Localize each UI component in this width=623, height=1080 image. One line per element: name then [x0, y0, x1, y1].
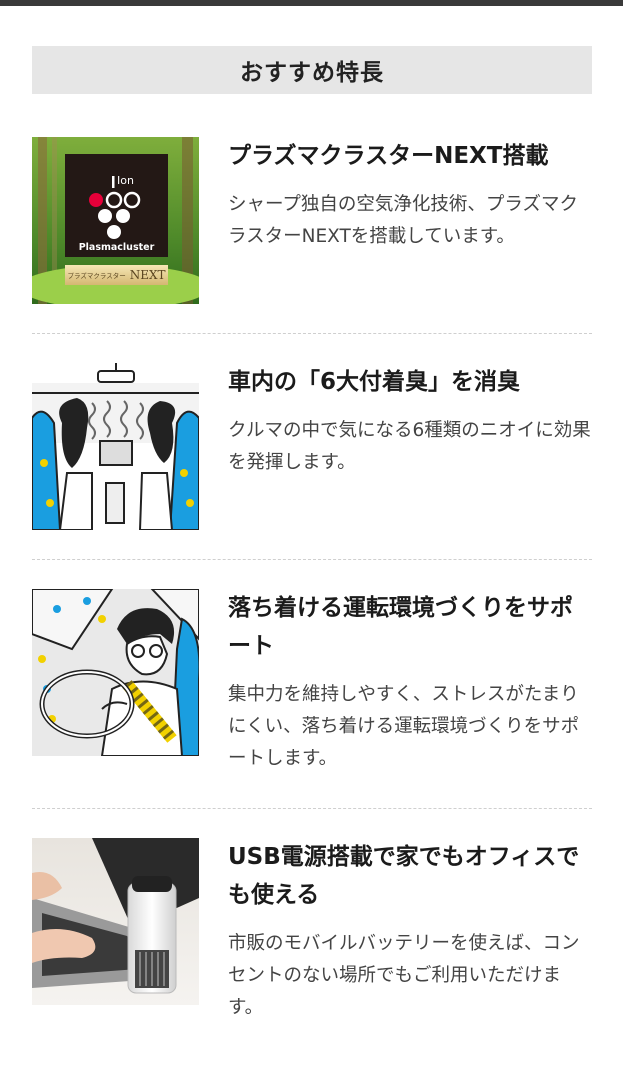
feature-title: 落ち着ける運転環境づくりをサポート [228, 595, 573, 659]
feature-description: 市販のモバイルバッテリーを使えば、コンセントのない場所でもご利用いただけます。 [228, 933, 580, 1018]
top-bar [0, 0, 623, 6]
usb-device-photo [32, 838, 199, 1005]
feature-title: USB電源搭載で家でもオフィスでも使える [228, 844, 580, 908]
divider [32, 559, 592, 560]
feature-title: 車内の「6大付着臭」を消臭 [228, 369, 521, 395]
ion-label: Ion [117, 174, 134, 187]
plasmacluster-label: Plasmacluster [78, 242, 155, 253]
feature-description: 集中力を維持しやすく、ストレスがたまりにくい、落ち着ける運転環境づくりをサポート… [228, 684, 580, 769]
feature-description: クルマの中で気になる6種類のニオイに効果を発揮します。 [228, 420, 591, 473]
feature-description: シャープ独自の空気浄化技術、プラズマクラスターNEXTを搭載しています。 [228, 194, 579, 247]
section-title: おすすめ特長 [32, 46, 592, 94]
divider [32, 808, 592, 809]
feature-title: プラズマクラスターNEXT搭載 [228, 143, 549, 169]
plasmacluster-image: Ion Plasmacluster プラズマクラスター NEXT [32, 137, 199, 304]
car-interior-illustration [32, 363, 199, 530]
next-badge: プラズマクラスター NEXT [65, 265, 168, 285]
driver-illustration [32, 589, 199, 756]
divider [32, 333, 592, 334]
